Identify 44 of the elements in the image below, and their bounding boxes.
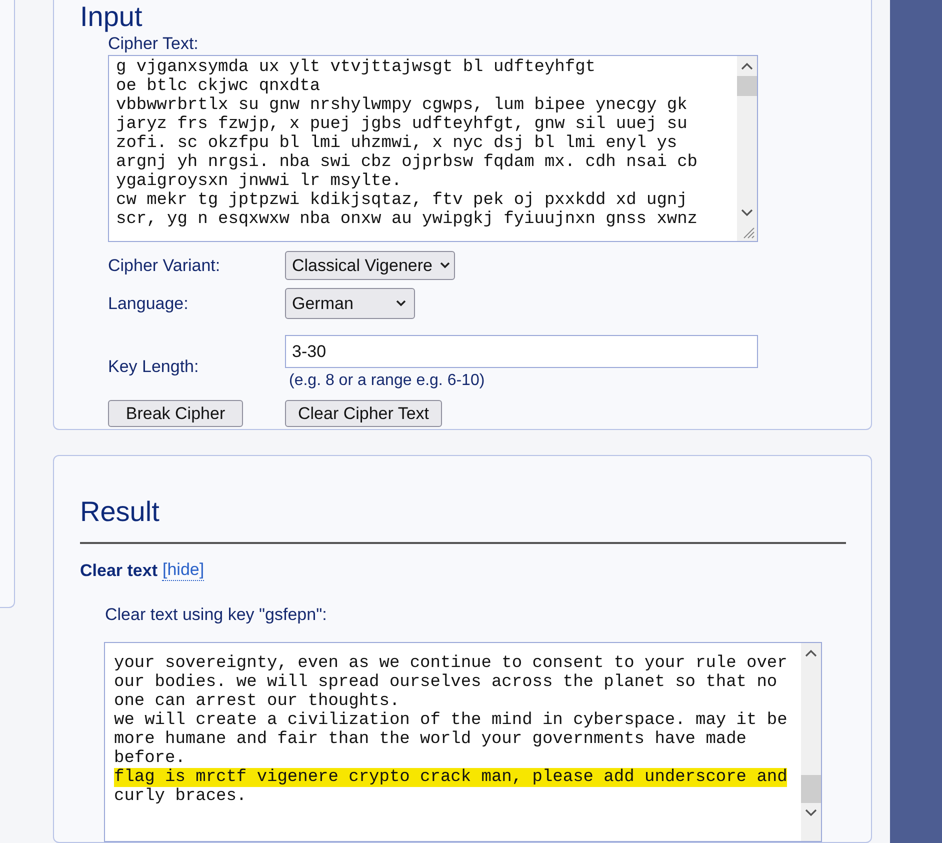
text-line: your sovereignty, even as we continue to consent to your rule over (114, 654, 788, 673)
section-title: Input (80, 1, 142, 33)
chevron-up-icon[interactable] (805, 649, 817, 657)
text-line: more humane and fair than the world your governments have made (114, 730, 747, 749)
scrollbar-thumb[interactable] (801, 775, 821, 803)
text-line: jaryz frs fzwjp, x puej jgbs udfteyhfgt, gnw sil uuej su (116, 115, 688, 134)
variant-select[interactable]: Classical Vigenere (285, 251, 456, 280)
chevron-down-icon[interactable] (741, 209, 753, 217)
language-select[interactable]: German (285, 288, 415, 319)
chevron-down-icon (440, 262, 450, 269)
hint-text: (e.g. 8 or a range e.g. 6-10) (289, 371, 485, 391)
text-line: zofi. sc okzfpu bl lmi uhzmwi, x nyc dsj bl lmi enyl ys (116, 134, 678, 153)
text-line: before. (114, 749, 186, 768)
text-line: vbbwwrbrtlx su gnw nrshylwmpy cgwps, lum bipee ynecgy gk (116, 96, 688, 115)
text-line: g vjganxsymda ux ylt vtvjttajwsgt bl udfteyhfgt (116, 58, 596, 77)
text-line: we will create a civilization of the mind in cyberspace. may it be (114, 711, 788, 730)
key-length-field[interactable]: 3-30 (285, 335, 758, 368)
chevron-up-icon[interactable] (741, 62, 753, 70)
text-line: argnj yh nrgsi. nba swi cbz ojprbsw fqdam mx. cdh nsai cb (116, 153, 698, 172)
key-label: Clear text using key "gsfepn": (105, 604, 327, 626)
field-label: Cipher Variant: (108, 254, 222, 277)
field-label: Cipher Text: (108, 33, 198, 55)
text-line: cw mekr tg jptpzwi kdikjsqtaz, ftv pek oj pxxkdd xd ugnj (116, 191, 688, 210)
subsection-title: Clear text (80, 560, 158, 582)
scrollbar[interactable] (737, 56, 757, 241)
cipher-text-area[interactable] (108, 55, 758, 242)
text-line: curly braces. (114, 787, 247, 806)
hide-link[interactable]: [hide] (162, 560, 204, 582)
break-cipher-button[interactable]: Break Cipher (108, 400, 243, 427)
chevron-down-icon (396, 300, 406, 307)
text-line: ygaigroysxn jnwwi lr msylte. (116, 172, 402, 191)
clear-button[interactable]: Clear Cipher Text (285, 400, 442, 427)
clear-text-area[interactable] (104, 642, 822, 842)
resize-grip-icon[interactable] (741, 225, 755, 239)
scrollbar-thumb[interactable] (737, 76, 757, 96)
field-label: Language: (108, 292, 190, 315)
section-title: Result (80, 495, 160, 529)
text-line: scr, yg n esqxwxw nba onxw au ywipgkj fyiuujnxn gnss xwnz (116, 210, 698, 229)
text-line: one can arrest our thoughts. (114, 692, 400, 711)
text-line: oe btlc ckjwc qnxdta (116, 77, 320, 96)
scrollbar[interactable] (801, 643, 821, 841)
field-label: Key Length: (108, 356, 200, 378)
text-line: our bodies. we will spread ourselves across the planet so that no (114, 673, 778, 692)
chevron-down-icon[interactable] (805, 809, 817, 817)
